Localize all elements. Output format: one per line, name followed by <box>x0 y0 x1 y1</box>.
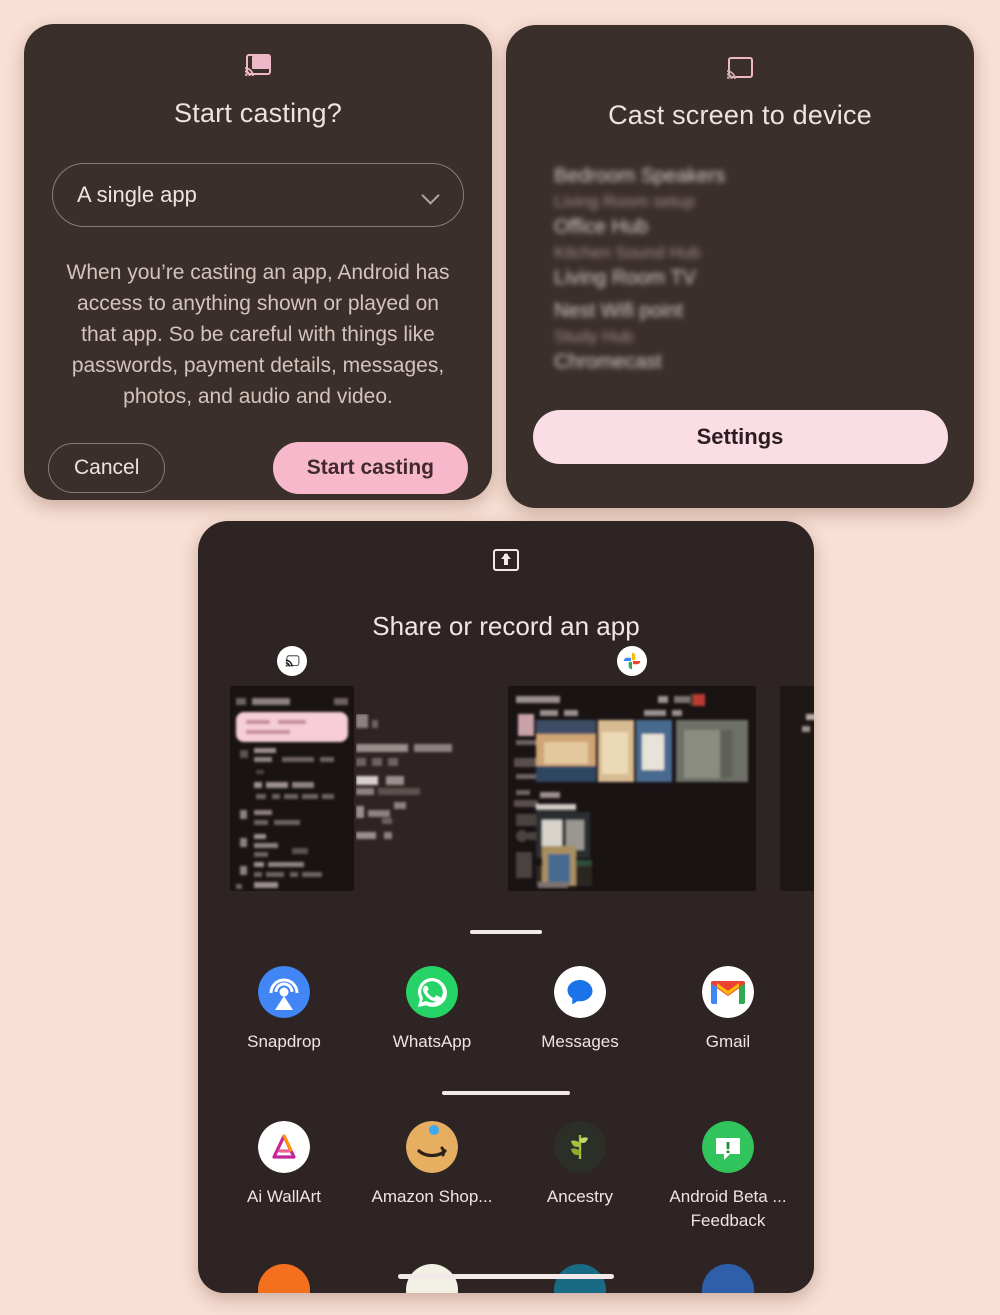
share-target-label: Android Beta ... <box>669 1187 787 1206</box>
start-casting-dialog: Start casting? A single app When you’re … <box>24 24 492 500</box>
app-preview-1-overflow <box>356 714 452 839</box>
share-target-label: Ai WallArt <box>247 1187 321 1206</box>
amazon-icon <box>406 1121 458 1173</box>
apps-scrollbar[interactable] <box>442 1091 570 1095</box>
cast-waves-icon <box>245 67 254 76</box>
cast-scope-select[interactable]: A single app <box>52 163 464 227</box>
share-target-ai-wallart[interactable]: Ai WallArt <box>210 1121 358 1232</box>
app-preview-2 <box>508 686 756 891</box>
device-list-item[interactable]: Bedroom Speakers <box>554 165 926 188</box>
cast-icon-container <box>24 54 492 76</box>
share-target-label: Gmail <box>705 1032 751 1051</box>
device-list-item[interactable]: Living Room setup <box>554 192 926 212</box>
share-target-gmail[interactable]: Gmail <box>654 966 802 1053</box>
preview-content <box>780 686 814 891</box>
cast-screen-to-device-dialog: Cast screen to device Bedroom Speakers Li… <box>506 25 974 508</box>
share-target-messages[interactable]: Messages <box>506 966 654 1053</box>
chevron-down-icon <box>423 187 439 203</box>
screen-share-icon <box>493 549 519 571</box>
share-icon-container <box>198 549 814 571</box>
share-target-partial[interactable] <box>702 1264 754 1293</box>
device-list-item[interactable]: Chromecast <box>554 351 926 374</box>
device-list-item[interactable]: Nest Wifi point <box>554 300 926 323</box>
screenshot-root: Start casting? A single app When you’re … <box>0 0 1000 1315</box>
photos-badge-icon <box>617 646 647 676</box>
app-preview-3 <box>780 686 814 891</box>
ai-wallart-icon <box>258 1121 310 1173</box>
device-list-item[interactable]: Office Hub <box>554 216 926 239</box>
share-or-record-sheet: Share or record an app Snapdrop WhatsApp… <box>198 521 814 1293</box>
share-target-row-2: Ai WallArt Amazon Shop... Ancestry Android … <box>198 1121 814 1232</box>
device-list[interactable]: Bedroom Speakers Living Room setup Office … <box>506 165 974 374</box>
cast-badge-icon <box>277 646 307 676</box>
app-preview-1 <box>230 686 354 891</box>
android-beta-icon <box>702 1121 754 1173</box>
home-indicator <box>398 1274 614 1279</box>
thumbnail-scrollbar[interactable] <box>470 930 542 934</box>
share-target-android-beta[interactable]: Android Beta ... Feedback <box>654 1121 802 1232</box>
ancestry-icon <box>554 1121 606 1173</box>
share-target-label: Ancestry <box>546 1187 614 1206</box>
dialog-actions: Cancel Start casting <box>24 442 492 494</box>
arrow-up-icon <box>501 553 511 559</box>
start-casting-button[interactable]: Start casting <box>272 442 468 494</box>
app-thumbnail-strip[interactable] <box>198 646 814 922</box>
sheet-title: Share or record an app <box>372 611 640 641</box>
share-target-label-line2: Feedback <box>690 1211 766 1230</box>
share-target-snapdrop[interactable]: Snapdrop <box>210 966 358 1053</box>
cast-icon <box>727 57 753 79</box>
share-target-label: Messages <box>541 1032 619 1051</box>
app-thumbnail-1[interactable] <box>230 646 354 891</box>
preview-content <box>230 686 354 891</box>
whatsapp-icon <box>406 966 458 1018</box>
share-target-ancestry[interactable]: Ancestry <box>506 1121 654 1232</box>
share-target-label: Amazon Shop... <box>371 1187 493 1206</box>
preview-content <box>508 686 756 891</box>
snapdrop-icon <box>258 966 310 1018</box>
gmail-icon <box>702 966 754 1018</box>
device-list-item[interactable]: Study Hub <box>554 327 926 347</box>
share-target-partial[interactable] <box>258 1264 310 1293</box>
cast-waves-icon <box>727 70 736 79</box>
share-target-amazon-shop[interactable]: Amazon Shop... <box>358 1121 506 1232</box>
cast-icon <box>285 655 299 667</box>
app-thumbnail-2[interactable] <box>508 646 756 891</box>
dialog-title: Cast screen to device <box>608 100 872 130</box>
share-target-label: Snapdrop <box>247 1032 321 1051</box>
photos-icon <box>623 652 641 670</box>
share-target-label: WhatsApp <box>392 1032 472 1051</box>
cast-icon <box>245 54 271 76</box>
dialog-title: Start casting? <box>174 98 342 128</box>
cancel-button[interactable]: Cancel <box>48 443 166 493</box>
share-target-row-1: Snapdrop WhatsApp Messages Gmail <box>198 966 814 1053</box>
cast-waves-icon <box>285 659 293 667</box>
app-thumbnail-3[interactable] <box>780 686 814 891</box>
messages-icon <box>554 966 606 1018</box>
device-list-item[interactable]: Kitchen Sound Hub <box>554 243 926 263</box>
casting-warning-text: When you’re casting an app, Android has … <box>66 261 450 408</box>
share-target-whatsapp[interactable]: WhatsApp <box>358 966 506 1053</box>
settings-button[interactable]: Settings <box>532 410 948 464</box>
device-list-item[interactable]: Living Room TV <box>554 267 926 290</box>
settings-container: Settings <box>506 410 974 464</box>
cast-icon-container <box>506 57 974 79</box>
cast-scope-value: A single app <box>77 182 197 207</box>
